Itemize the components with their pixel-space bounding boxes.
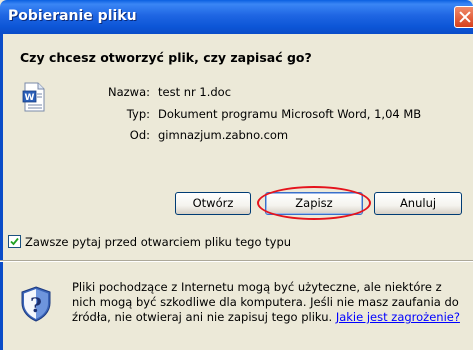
file-type-label: Typ: — [126, 107, 150, 121]
window-title: Pobieranie pliku — [8, 8, 137, 24]
cancel-button[interactable]: Anuluj — [374, 192, 462, 215]
separator — [0, 260, 473, 262]
file-source-value: gimnazjum.zabno.com — [158, 128, 289, 142]
security-warning: Pliki pochodzące z Internetu mogą być uż… — [72, 280, 467, 325]
close-icon[interactable] — [454, 6, 473, 28]
svg-text:?: ? — [30, 293, 42, 317]
file-name-value: test nr 1.doc — [158, 85, 232, 99]
security-shield-icon: ? — [21, 286, 51, 322]
open-button[interactable]: Otwórz — [175, 192, 251, 215]
file-source-label: Od: — [129, 128, 150, 142]
word-document-icon: W — [22, 82, 45, 112]
save-button[interactable]: Zapisz — [265, 192, 363, 215]
file-name-label: Nazwa: — [107, 85, 150, 99]
risk-info-link[interactable]: Jakie jest zagrożenie? — [336, 310, 460, 324]
always-ask-checkbox[interactable] — [8, 235, 21, 248]
always-ask-label[interactable]: Zawsze pytaj przed otwarciem pliku tego … — [25, 235, 291, 249]
file-type-value: Dokument programu Microsoft Word, 1,04 M… — [158, 107, 422, 121]
svg-text:W: W — [25, 93, 35, 103]
checkmark-icon — [10, 237, 19, 246]
dialog-question: Czy chcesz otworzyć plik, czy zapisać go… — [20, 50, 312, 65]
title-bar[interactable]: Pobieranie pliku — [0, 0, 473, 34]
